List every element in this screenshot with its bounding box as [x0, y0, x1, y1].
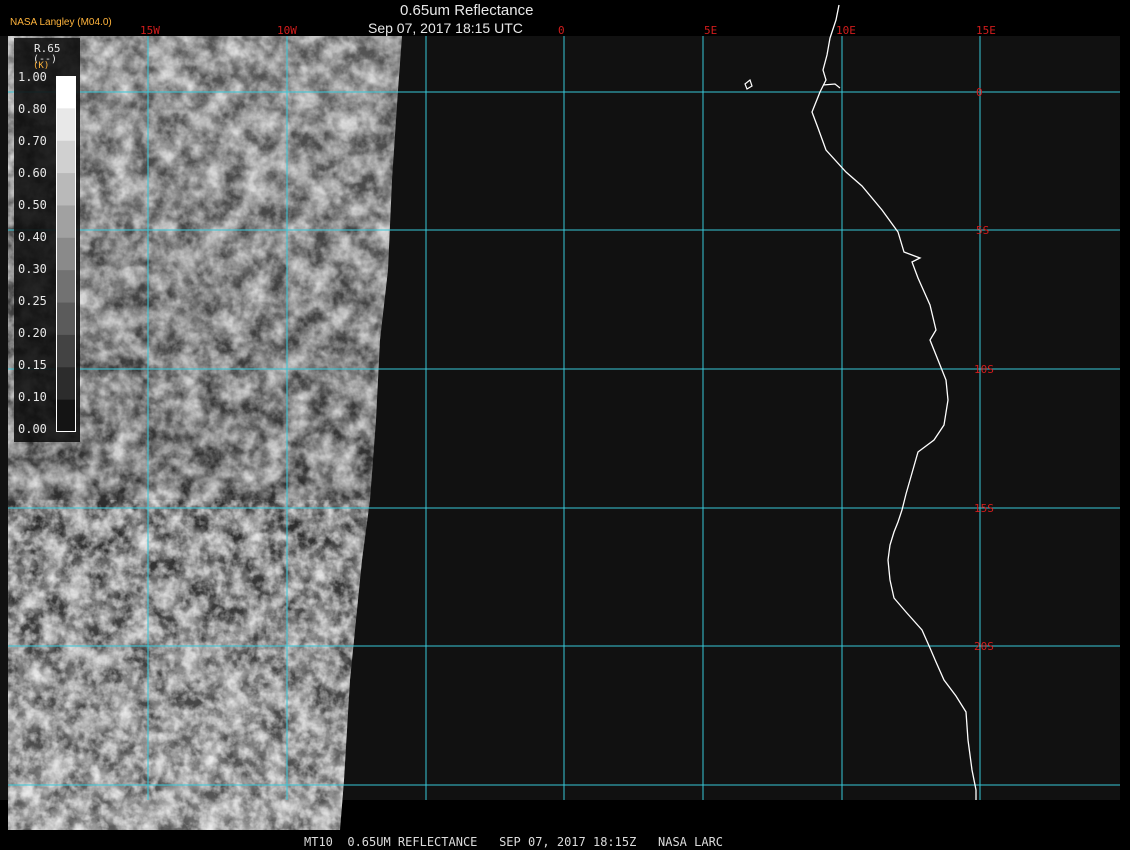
colorbar-segment [56, 76, 76, 109]
colorbar-segment [56, 399, 76, 432]
latitude-label: 0 [976, 86, 983, 99]
legend-tick-label: 0.15 [18, 358, 47, 372]
colorbar-segment [56, 140, 76, 174]
colorbar-segment [56, 205, 76, 239]
latitude-label: 15S [974, 502, 994, 515]
latitude-label: 20S [974, 640, 994, 653]
longitude-label: 15E [976, 24, 996, 37]
colorbar-segment [56, 173, 76, 206]
longitude-label: 15W [140, 24, 160, 37]
colorbar-segment [56, 108, 76, 142]
legend-tick-label: 0.60 [18, 166, 47, 180]
colorbar [56, 76, 76, 432]
colorbar-segment [56, 302, 76, 336]
legend-tick-label: 0.80 [18, 102, 47, 116]
legend-tick-label: 0.10 [18, 390, 47, 404]
latitude-label: 10S [974, 363, 994, 376]
longitude-label: 0 [558, 24, 565, 37]
longitude-label: 5E [704, 24, 717, 37]
map-title: 0.65um Reflectance [400, 2, 534, 19]
longitude-label: 10E [836, 24, 856, 37]
satellite-map: 15W 10W 0 5E 10E 15E 0 5S 10S 15S 20S [0, 4, 1120, 830]
footer-caption: MT10 0.65UM REFLECTANCE SEP 07, 2017 18:… [304, 835, 724, 849]
map-timestamp: Sep 07, 2017 18:15 UTC [368, 20, 523, 36]
colorbar-segment [56, 270, 76, 304]
legend-tick-label: 1.00 [18, 70, 47, 84]
legend-tick-label: 0.40 [18, 230, 47, 244]
legend-tick-label: 0.25 [18, 294, 47, 308]
colorbar-segment [56, 367, 76, 401]
legend-tick-label: 0.30 [18, 262, 47, 276]
colorbar-segment [56, 334, 76, 368]
producer-label: NASA Langley (M04.0) [10, 17, 112, 28]
legend-tick-label: 0.70 [18, 134, 47, 148]
legend-tick-label: 0.20 [18, 326, 47, 340]
colorbar-segment [56, 237, 76, 271]
longitude-label: 10W [277, 24, 297, 37]
latitude-label: 5S [976, 224, 989, 237]
legend-tick-label: 0.00 [18, 422, 47, 436]
legend-tick-label: 0.50 [18, 198, 47, 212]
